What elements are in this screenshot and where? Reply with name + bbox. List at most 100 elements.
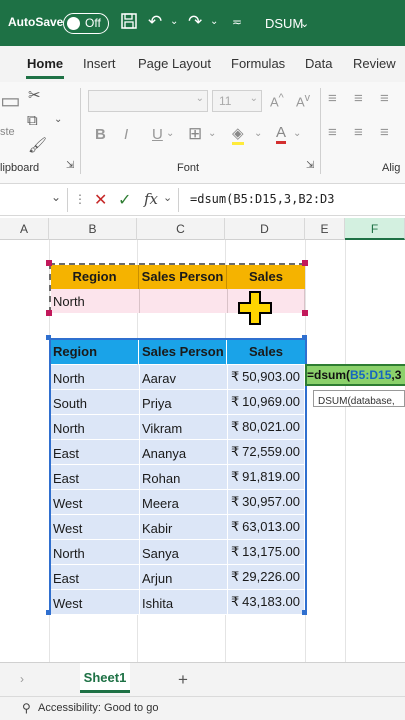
sales-person-cell[interactable]: Kabir bbox=[142, 521, 172, 536]
tab-insert[interactable]: Insert bbox=[83, 56, 116, 71]
customize-toolbar-icon[interactable]: ≂ bbox=[232, 12, 242, 32]
font-name-dropdown[interactable]: ⌄ bbox=[88, 90, 208, 112]
copy-icon[interactable]: ⧉ bbox=[27, 112, 38, 129]
tab-home[interactable]: Home bbox=[27, 56, 63, 71]
sales-cell[interactable]: 43,183.00 bbox=[242, 594, 300, 609]
undo-icon[interactable]: ↶ bbox=[148, 12, 162, 32]
autosave-toggle[interactable]: Off bbox=[63, 13, 109, 34]
sales-person-cell[interactable]: Arjun bbox=[142, 571, 172, 586]
formula-input[interactable]: =dsum(B5:D15,3,B2:D3 bbox=[190, 192, 335, 206]
fill-color-icon[interactable]: ◈ bbox=[232, 124, 244, 145]
sales-cell[interactable]: 72,559.00 bbox=[242, 444, 300, 459]
corner-handle[interactable] bbox=[302, 310, 308, 316]
scroll-left-icon[interactable]: › bbox=[20, 672, 24, 686]
currency-symbol[interactable]: ₹ bbox=[231, 594, 239, 610]
sales-cell[interactable]: 10,969.00 bbox=[242, 394, 300, 409]
increase-font-icon[interactable]: A^ bbox=[270, 92, 284, 109]
sales-person-cell[interactable]: Aarav bbox=[142, 371, 176, 386]
align-bottom-icon[interactable]: ≡ bbox=[380, 90, 389, 107]
region-cell[interactable]: West bbox=[53, 521, 82, 536]
region-cell[interactable]: North bbox=[53, 371, 85, 386]
region-cell[interactable]: East bbox=[53, 571, 79, 586]
font-color-dropdown-icon[interactable]: ⌄ bbox=[293, 128, 301, 139]
column-header-e[interactable]: E bbox=[305, 218, 345, 240]
sales-cell[interactable]: 91,819.00 bbox=[242, 469, 300, 484]
tab-review[interactable]: Review bbox=[353, 56, 396, 71]
corner-handle[interactable] bbox=[46, 310, 52, 316]
corner-handle[interactable] bbox=[46, 260, 52, 266]
column-header-c[interactable]: C bbox=[137, 218, 225, 240]
file-name[interactable]: DSUM bbox=[265, 16, 303, 31]
sales-cell[interactable]: 29,226.00 bbox=[242, 569, 300, 584]
bold-button[interactable]: B bbox=[95, 126, 106, 143]
region-cell[interactable]: West bbox=[53, 596, 82, 611]
sales-person-cell[interactable]: Meera bbox=[142, 496, 179, 511]
criteria-header-sales-person[interactable]: Sales Person bbox=[139, 265, 227, 289]
sales-cell[interactable]: 63,013.00 bbox=[242, 519, 300, 534]
align-center-icon[interactable]: ≡ bbox=[354, 124, 363, 141]
currency-symbol[interactable]: ₹ bbox=[231, 519, 239, 535]
worksheet-grid[interactable]: Region Sales Person Sales North Region S… bbox=[0, 240, 405, 662]
align-middle-icon[interactable]: ≡ bbox=[354, 90, 363, 107]
copy-dropdown-icon[interactable]: ⌄ bbox=[54, 114, 62, 125]
clipboard-launcher-icon[interactable]: ⇲ bbox=[66, 160, 74, 171]
currency-symbol[interactable]: ₹ bbox=[231, 444, 239, 460]
cut-icon[interactable]: ✂ bbox=[28, 86, 41, 104]
cancel-icon[interactable]: ✕ bbox=[94, 190, 107, 210]
currency-symbol[interactable]: ₹ bbox=[231, 394, 239, 410]
align-left-icon[interactable]: ≡ bbox=[328, 124, 337, 141]
font-size-dropdown[interactable]: 11 ⌄ bbox=[212, 90, 262, 112]
save-icon[interactable] bbox=[120, 12, 138, 35]
corner-handle[interactable] bbox=[46, 610, 51, 615]
name-box[interactable]: ⌄ bbox=[0, 188, 68, 212]
database-header-sales[interactable]: Sales bbox=[227, 340, 305, 364]
format-painter-icon[interactable]: 🖌 bbox=[28, 136, 47, 154]
sales-person-cell[interactable]: Rohan bbox=[142, 471, 180, 486]
sales-person-cell[interactable]: Ishita bbox=[142, 596, 173, 611]
region-cell[interactable]: East bbox=[53, 446, 79, 461]
corner-handle[interactable] bbox=[46, 335, 51, 340]
decrease-font-icon[interactable]: Av bbox=[296, 92, 310, 109]
underline-dropdown-icon[interactable]: ⌄ bbox=[166, 128, 174, 139]
criteria-region-value[interactable]: North bbox=[53, 294, 85, 309]
database-header-region[interactable]: Region bbox=[51, 340, 139, 364]
borders-icon[interactable]: ⊞ bbox=[188, 124, 202, 144]
fill-color-dropdown-icon[interactable]: ⌄ bbox=[254, 128, 262, 139]
sales-cell[interactable]: 13,175.00 bbox=[242, 544, 300, 559]
formula-options-icon[interactable]: ⋮ bbox=[74, 192, 86, 206]
font-launcher-icon[interactable]: ⇲ bbox=[306, 160, 314, 171]
currency-symbol[interactable]: ₹ bbox=[231, 369, 239, 385]
sales-person-cell[interactable]: Sanya bbox=[142, 546, 179, 561]
region-cell[interactable]: East bbox=[53, 471, 79, 486]
currency-symbol[interactable]: ₹ bbox=[231, 469, 239, 485]
redo-dropdown-icon[interactable]: ⌄ bbox=[210, 12, 218, 32]
sales-cell[interactable]: 80,021.00 bbox=[242, 419, 300, 434]
borders-dropdown-icon[interactable]: ⌄ bbox=[208, 128, 216, 139]
paste-label[interactable]: ste bbox=[0, 126, 15, 138]
chevron-down-icon[interactable]: ⌄ bbox=[163, 191, 172, 204]
edit-cell[interactable]: =dsum(B5:D15,3 bbox=[305, 364, 405, 386]
sheet-tab-sheet1[interactable]: Sheet1 bbox=[80, 663, 130, 693]
accessibility-status[interactable]: Accessibility: Good to go bbox=[38, 702, 158, 714]
region-cell[interactable]: South bbox=[53, 396, 87, 411]
criteria-header-sales[interactable]: Sales bbox=[227, 265, 305, 289]
region-cell[interactable]: North bbox=[53, 421, 85, 436]
filename-chevron-icon[interactable]: ⌄ bbox=[300, 14, 309, 34]
column-header-d[interactable]: D bbox=[225, 218, 305, 240]
sales-person-cell[interactable]: Vikram bbox=[142, 421, 182, 436]
sales-cell[interactable]: 30,957.00 bbox=[242, 494, 300, 509]
underline-button[interactable]: U bbox=[152, 126, 163, 143]
sales-person-cell[interactable]: Priya bbox=[142, 396, 172, 411]
insert-function-button[interactable]: fx bbox=[144, 190, 158, 208]
column-header-b[interactable]: B bbox=[49, 218, 137, 240]
redo-icon[interactable]: ↷ bbox=[188, 12, 202, 32]
sales-cell[interactable]: 50,903.00 bbox=[242, 369, 300, 384]
corner-handle[interactable] bbox=[302, 260, 308, 266]
currency-symbol[interactable]: ₹ bbox=[231, 544, 239, 560]
font-color-icon[interactable]: A bbox=[276, 124, 287, 144]
add-sheet-button[interactable]: + bbox=[178, 670, 188, 690]
tab-page-layout[interactable]: Page Layout bbox=[138, 56, 211, 71]
enter-icon[interactable]: ✓ bbox=[118, 190, 131, 210]
corner-handle[interactable] bbox=[302, 335, 307, 340]
align-right-icon[interactable]: ≡ bbox=[380, 124, 389, 141]
